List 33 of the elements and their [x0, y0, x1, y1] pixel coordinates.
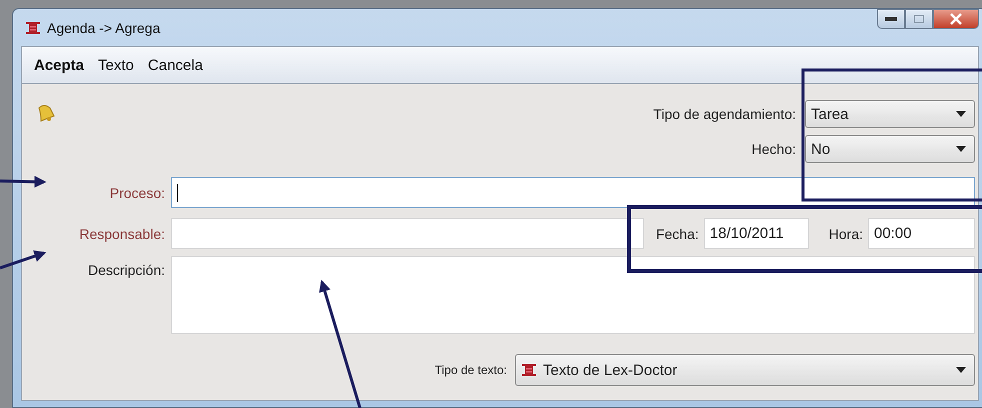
dropdown[interactable]: Texto de Lex-Doctor	[515, 354, 975, 386]
spool-icon	[25, 20, 41, 34]
minimize-button[interactable]	[877, 9, 905, 29]
input-field[interactable]: 18/10/2011	[704, 218, 809, 249]
close-button[interactable]	[933, 9, 979, 29]
menu-item[interactable]: Cancela	[148, 56, 203, 74]
field-label: Responsable:	[78, 226, 166, 242]
menu-item[interactable]: Texto	[98, 56, 134, 74]
field-label: Descripción:	[86, 261, 166, 278]
field-label: Tipo de agendamiento:	[653, 106, 796, 122]
minimize-icon	[885, 17, 897, 21]
window-title: Agenda -> Agrega	[47, 20, 160, 36]
text-area[interactable]	[171, 256, 975, 334]
dropdown[interactable]: No	[805, 135, 975, 163]
caret-icon	[956, 367, 966, 373]
field-label: Hora:	[828, 226, 863, 242]
input-field[interactable]: 00:00	[868, 218, 975, 249]
field-label: Proceso:	[108, 184, 166, 200]
maximize-icon	[914, 15, 924, 23]
field-label: Hecho:	[752, 141, 796, 157]
annotation-arrow	[0, 176, 46, 188]
input-field[interactable]	[171, 177, 975, 208]
input-field[interactable]	[171, 218, 644, 249]
caret-icon	[956, 111, 966, 117]
menu-item[interactable]: Acepta	[34, 56, 84, 74]
annotation-arrow	[0, 250, 46, 270]
field-label: Fecha:	[656, 226, 699, 242]
caret-icon	[956, 146, 966, 152]
dropdown[interactable]: Tarea	[805, 100, 975, 128]
spool-icon	[521, 363, 537, 377]
close-icon	[950, 13, 962, 25]
field-label: Tipo de texto:	[434, 363, 507, 377]
bell-icon	[36, 104, 56, 122]
